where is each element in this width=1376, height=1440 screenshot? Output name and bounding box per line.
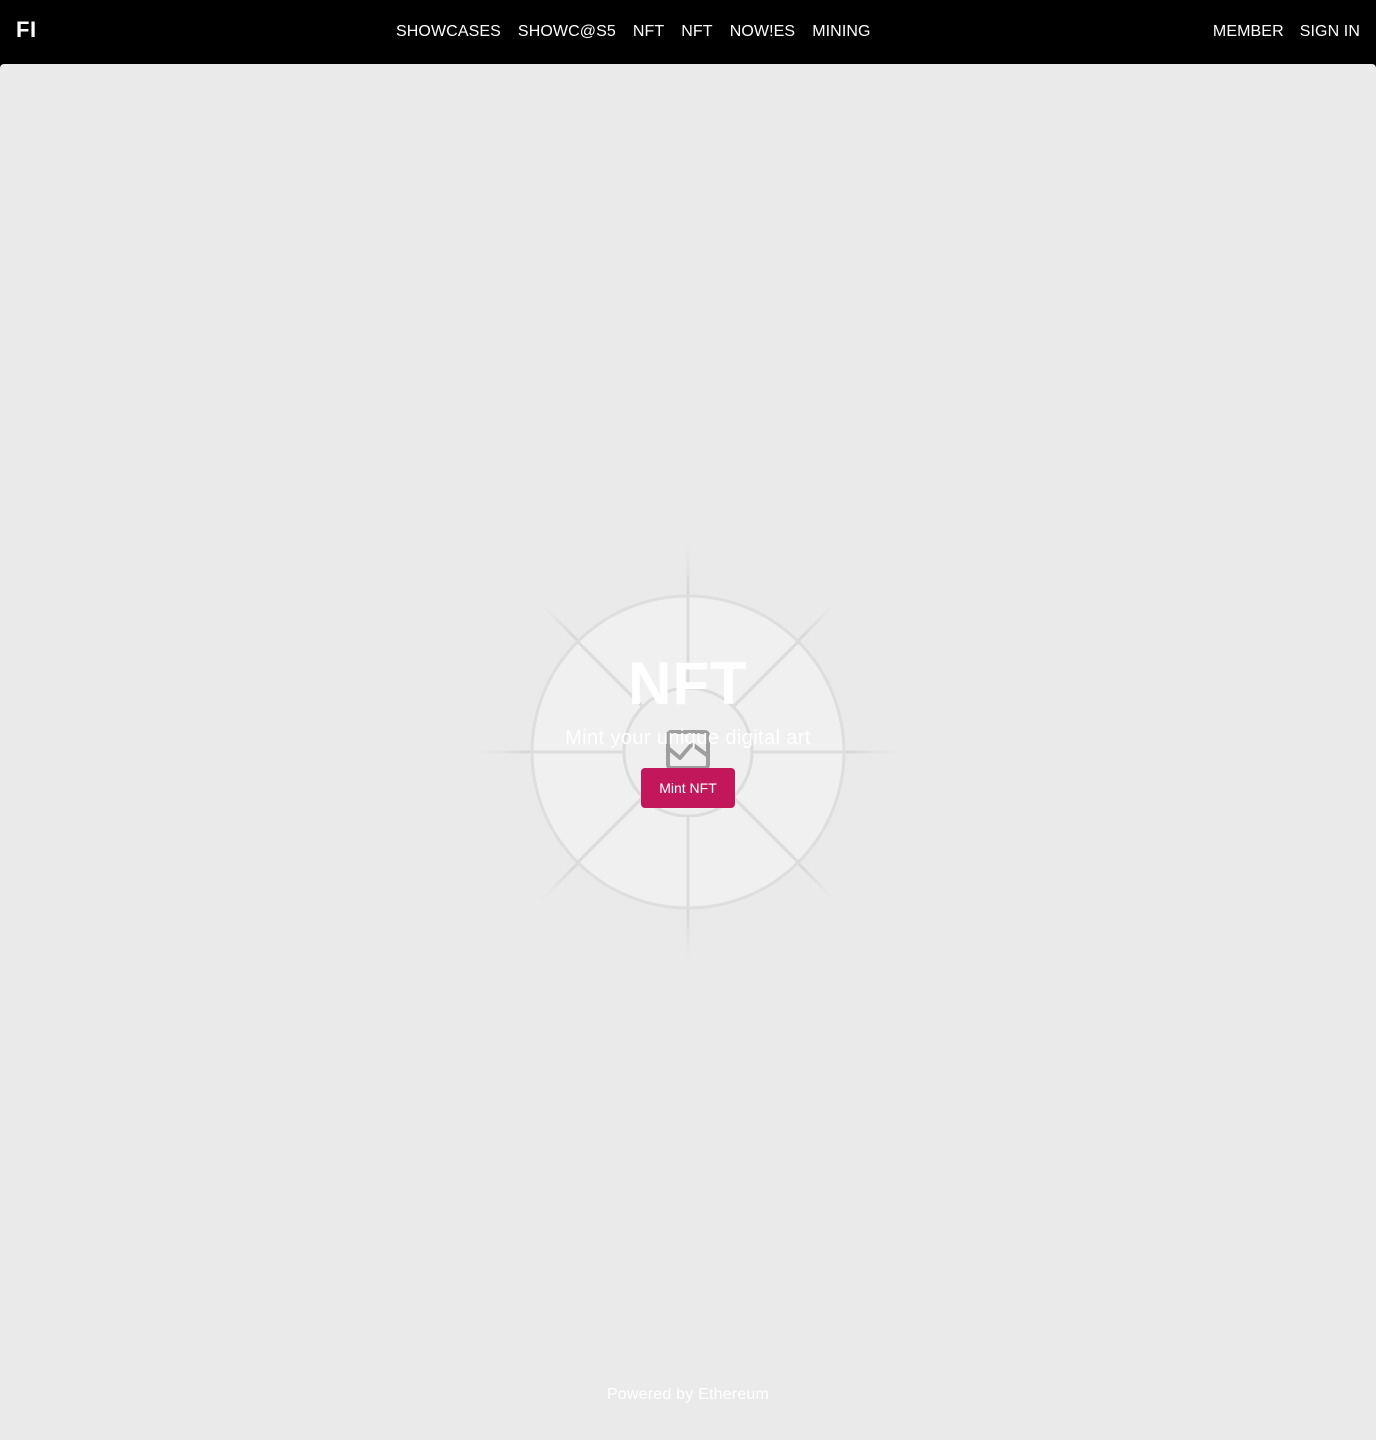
main-nav: SHOWCASES SHOWC@S5 NFT NFT NOW!ES MINING — [396, 0, 871, 64]
footer-powered-by: Powered by Ethereum — [606, 1386, 770, 1403]
nav-item-showcas5[interactable]: SHOWC@S5 — [518, 23, 616, 41]
auth-links: MEMBER SIGN IN — [1213, 0, 1360, 64]
hero-subtitle: Mint your unique digital art — [565, 727, 811, 749]
hero-illustration — [468, 530, 908, 974]
nav-item-mining[interactable]: MINING — [812, 23, 870, 41]
sign-in-link[interactable]: SIGN IN — [1300, 23, 1360, 41]
hero-section: NFT Mint your unique digital art Mint NF… — [0, 64, 1376, 1440]
nav-item-nft-2[interactable]: NFT — [681, 23, 712, 41]
mint-nft-button[interactable]: Mint NFT — [641, 768, 735, 808]
nav-item-nowies[interactable]: NOW!ES — [730, 23, 796, 41]
top-navigation-bar: FI SHOWCASES SHOWC@S5 NFT NFT NOW!ES MIN… — [0, 0, 1376, 64]
nav-item-showcases[interactable]: SHOWCASES — [396, 23, 501, 41]
hero-title: NFT — [628, 650, 748, 717]
member-link[interactable]: MEMBER — [1213, 23, 1284, 41]
nav-item-nft[interactable]: NFT — [633, 23, 664, 41]
logo[interactable]: FI — [16, 17, 37, 43]
